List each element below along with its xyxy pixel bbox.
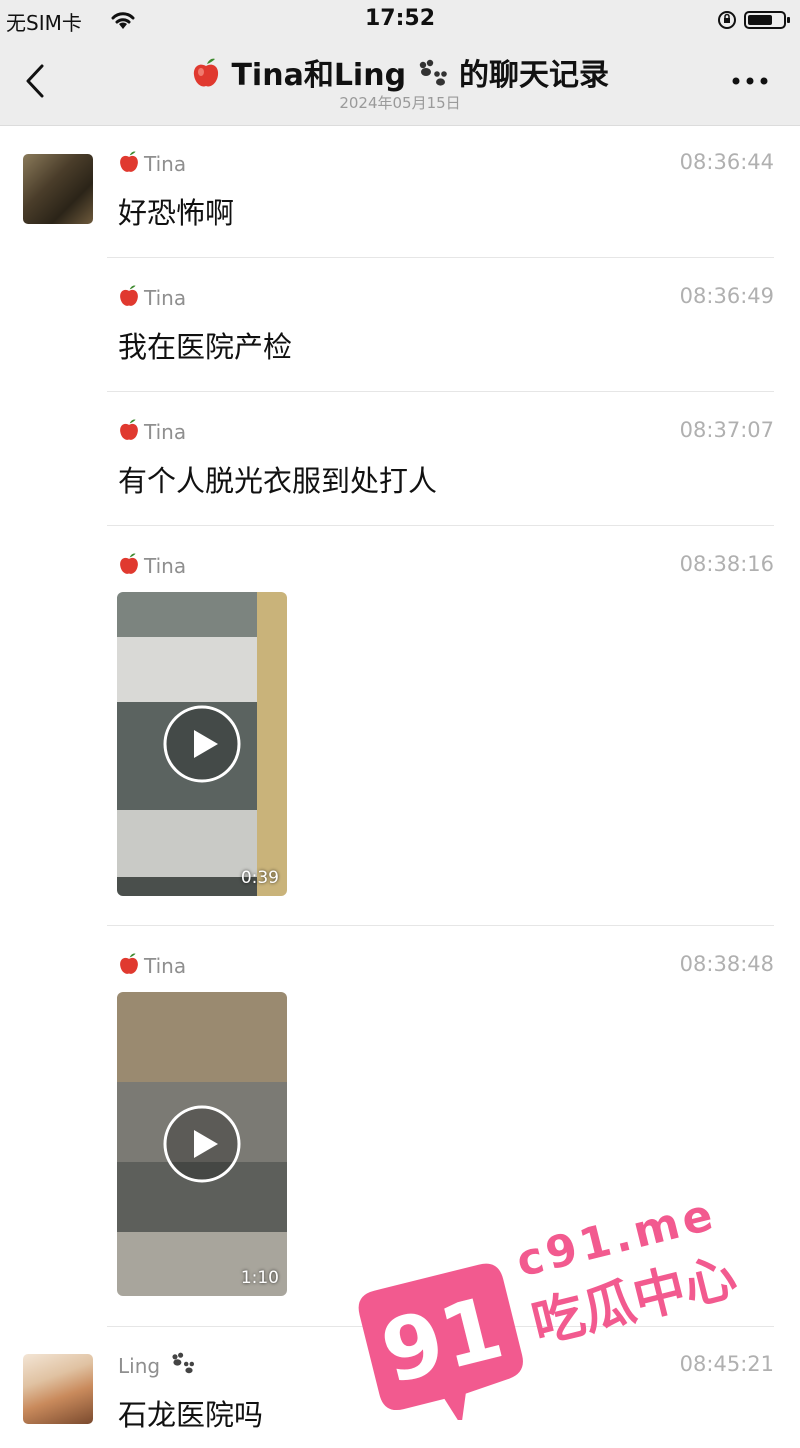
apple-icon [120, 151, 138, 172]
sender-name: Tina [118, 952, 186, 978]
apple-icon [193, 58, 219, 87]
message-text[interactable]: 石龙医院吗 [118, 1392, 263, 1434]
message-item: Tina 08:38:16 [118, 552, 774, 592]
chat-header: Tina和Ling 的聊天记录 2024年05月15日 [0, 40, 800, 126]
divider [107, 391, 774, 392]
sender-name: Tina [118, 150, 186, 176]
video-duration: 0:39 [240, 868, 279, 888]
watermark-logo: 91 c91.me 吃瓜中心 [358, 1189, 743, 1420]
paw-icon [419, 59, 447, 86]
message-time: 08:38:48 [679, 952, 774, 976]
chat-title-names: Tina和Ling [231, 58, 407, 93]
video-thumbnail[interactable]: 1:10 [117, 992, 287, 1296]
apple-icon [120, 285, 138, 306]
apple-icon [120, 953, 138, 974]
video-duration: 1:10 [240, 1268, 279, 1288]
sender-name: Tina [118, 284, 186, 310]
battery-icon [744, 11, 790, 29]
status-time: 17:52 [364, 6, 436, 31]
play-icon[interactable] [161, 703, 243, 785]
avatar-ling[interactable] [23, 1354, 93, 1424]
apple-icon [120, 553, 138, 574]
chat-date: 2024年05月15日 [339, 94, 461, 112]
sender-name: Tina [118, 552, 186, 578]
message-text[interactable]: 好恐怖啊 [118, 190, 234, 232]
divider [107, 925, 774, 926]
play-icon[interactable] [161, 1103, 243, 1185]
chat-title: Tina和Ling 的聊天记录 [0, 50, 800, 94]
apple-icon [120, 419, 138, 440]
message-time: 08:36:44 [679, 150, 774, 174]
more-options-icon[interactable] [728, 66, 772, 96]
avatar-tina[interactable] [23, 154, 93, 224]
divider [107, 257, 774, 258]
message-time: 08:38:16 [679, 552, 774, 576]
video-thumbnail[interactable]: 0:39 [117, 592, 287, 896]
paw-icon [172, 1352, 195, 1374]
message-text[interactable]: 我在医院产检 [118, 324, 292, 366]
message-item: Tina 08:36:44 好恐怖啊 [118, 150, 774, 230]
message-item: Tina 08:37:07 有个人脱光衣服到处打人 [118, 418, 774, 498]
message-text[interactable]: 有个人脱光衣服到处打人 [118, 458, 437, 500]
message-time: 08:37:07 [679, 418, 774, 442]
orientation-lock-icon [718, 11, 736, 29]
message-item: Tina 08:36:49 我在医院产检 [118, 284, 774, 364]
message-time: 08:36:49 [679, 284, 774, 308]
status-bar: 无SIM卡 17:52 [0, 0, 800, 40]
sender-name: Ling [118, 1352, 200, 1378]
divider [107, 525, 774, 526]
sender-name: Tina [118, 418, 186, 444]
chat-title-suffix: 的聊天记录 [458, 58, 609, 93]
message-item: Tina 08:38:48 [118, 952, 774, 992]
